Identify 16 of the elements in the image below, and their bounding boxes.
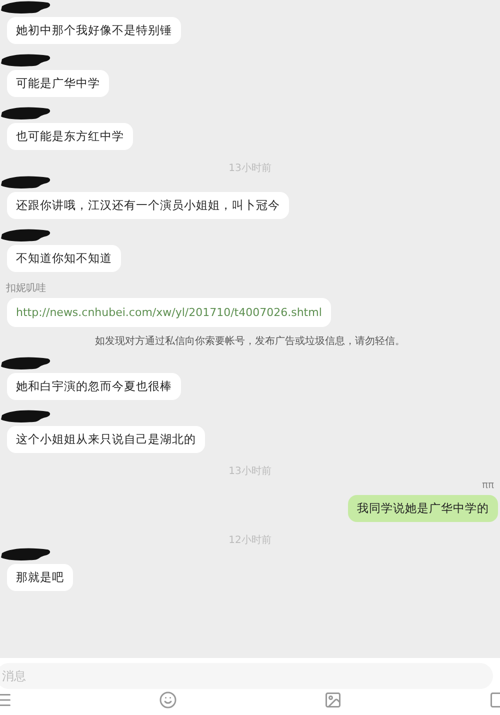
sender-name: 扣妮叽哇 bbox=[6, 283, 46, 295]
message-bubble: 我同学说她是广华中学的 bbox=[348, 495, 498, 522]
message-bubble: 她和白宇演的忽而今夏也很棒 bbox=[7, 373, 181, 400]
message-input[interactable]: 消息 bbox=[0, 663, 493, 689]
message-bubble: 可能是广华中学 bbox=[7, 70, 109, 97]
message-bubble: 那就是吧 bbox=[7, 564, 73, 591]
message-bubble: 这个小姐姐从来只说自己是湖北的 bbox=[7, 426, 205, 453]
message-link[interactable]: http://news.cnhubei.com/xw/yl/201710/t4007026.shtml bbox=[7, 298, 331, 327]
message-bubble: 也可能是东方红中学 bbox=[7, 123, 133, 150]
message-bubble: 不知道你知不知道 bbox=[7, 245, 121, 272]
message-bubble: 她初中那个我好像不是特别锤 bbox=[7, 17, 181, 44]
system-notice: 如发现对方通过私信向你索要帐号，发布广告或垃圾信息，请勿轻信。 bbox=[95, 336, 405, 348]
smile-icon[interactable] bbox=[159, 691, 177, 709]
message-bubble: 还跟你讲哦，江汉还有一个演员小姐姐，叫卜冠今 bbox=[7, 192, 289, 219]
image-icon[interactable] bbox=[324, 691, 342, 709]
sender-name: ππ bbox=[482, 480, 494, 492]
